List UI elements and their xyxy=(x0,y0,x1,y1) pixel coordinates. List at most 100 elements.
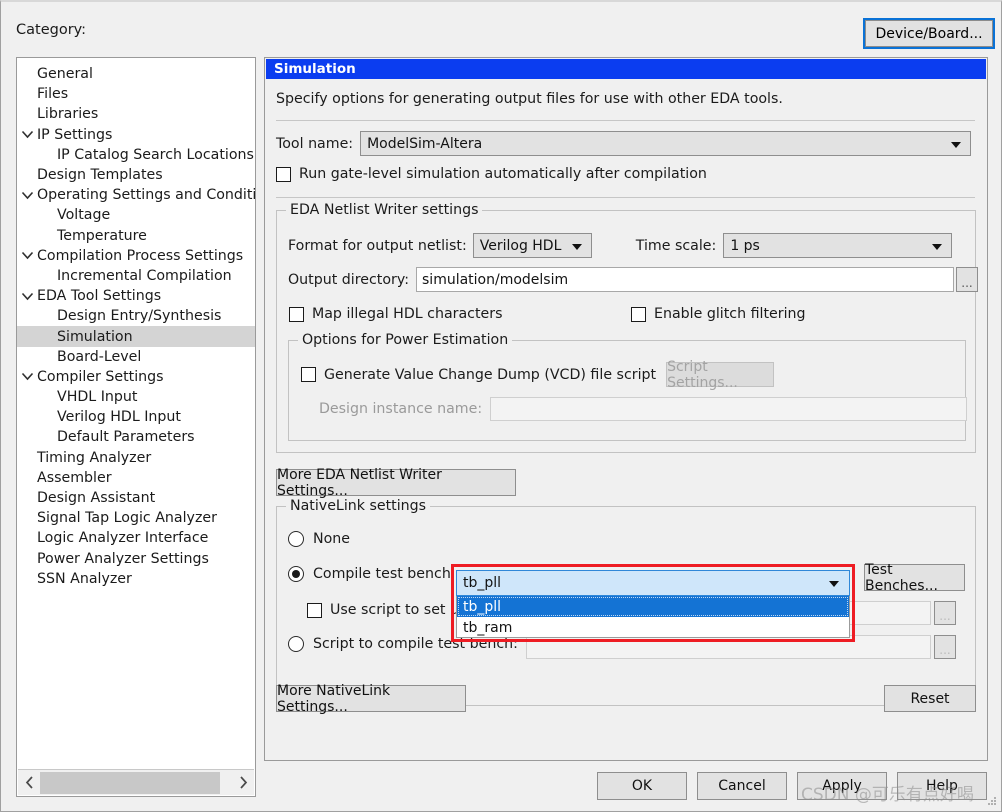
panel-description: Specify options for generating output fi… xyxy=(276,91,783,107)
sidebar-item-label: SSN Analyzer xyxy=(37,570,132,587)
chevron-left-icon[interactable] xyxy=(18,771,40,795)
script-compile-radio[interactable] xyxy=(288,636,304,652)
sidebar-item-compiler-settings[interactable]: Compiler Settings xyxy=(17,367,255,387)
sidebar-item-compilation-process-settings[interactable]: Compilation Process Settings xyxy=(17,246,255,266)
test-benches-button[interactable]: Test Benches... xyxy=(864,562,965,594)
glitch-filtering-checkbox[interactable] xyxy=(631,306,646,322)
compile-test-bench-combo[interactable]: tb_pll xyxy=(456,570,850,596)
sidebar-item-design-entry-synthesis[interactable]: Design Entry/Synthesis xyxy=(17,306,255,326)
help-button[interactable]: Help xyxy=(897,772,987,800)
power-estimation-group-title: Options for Power Estimation xyxy=(298,332,513,348)
sidebar-item-label: Temperature xyxy=(57,227,147,244)
time-scale-combo[interactable]: 1 ps xyxy=(723,233,953,258)
sidebar-item-label: Logic Analyzer Interface xyxy=(37,530,209,547)
resize-grip[interactable] xyxy=(987,797,997,807)
sidebar-item-operating-settings-and-conditions[interactable]: Operating Settings and Conditions xyxy=(17,185,255,205)
compile-test-bench-radio-row[interactable]: Compile test bench: xyxy=(288,566,456,582)
sidebar-item-logic-analyzer-interface[interactable]: Logic Analyzer Interface xyxy=(17,528,255,548)
map-illegal-row[interactable]: Map illegal HDL characters xyxy=(289,306,503,322)
cancel-button[interactable]: Cancel xyxy=(697,772,787,800)
sidebar-item-timing-analyzer[interactable]: Timing Analyzer xyxy=(17,448,255,468)
apply-button[interactable]: Apply xyxy=(797,772,887,800)
sidebar-item-voltage[interactable]: Voltage xyxy=(17,205,255,225)
scroll-thumb[interactable] xyxy=(40,771,220,794)
use-script-checkbox[interactable] xyxy=(307,602,322,618)
vcd-checkbox[interactable] xyxy=(301,367,316,382)
tree-horizontal-scrollbar[interactable] xyxy=(18,769,254,795)
sidebar-item-vhdl-input[interactable]: VHDL Input xyxy=(17,387,255,407)
ellipsis-icon[interactable]: ... xyxy=(934,601,956,625)
script-compile-input[interactable] xyxy=(526,635,931,659)
ok-button[interactable]: OK xyxy=(597,772,687,800)
none-radio[interactable] xyxy=(288,531,304,547)
sidebar-item-ip-catalog-search-locations[interactable]: IP Catalog Search Locations xyxy=(17,145,255,165)
sidebar-item-design-templates[interactable]: Design Templates xyxy=(17,165,255,185)
sidebar-item-label: VHDL Input xyxy=(57,389,138,406)
chevron-down-icon xyxy=(17,130,37,139)
run-gate-level-label: Run gate-level simulation automatically … xyxy=(299,166,707,182)
dropdown-option[interactable]: tb_ram xyxy=(457,617,849,638)
eda-netlist-group-title: EDA Netlist Writer settings xyxy=(286,202,483,218)
scroll-track[interactable] xyxy=(40,771,232,795)
dropdown-option[interactable]: tb_pll xyxy=(457,596,849,617)
sidebar-item-eda-tool-settings[interactable]: EDA Tool Settings xyxy=(17,286,255,306)
sidebar-item-ip-settings[interactable]: IP Settings xyxy=(17,125,255,145)
sidebar-item-libraries[interactable]: Libraries xyxy=(17,104,255,124)
script-compile-radio-row[interactable]: Script to compile test bench: xyxy=(288,636,518,652)
sidebar-item-files[interactable]: Files xyxy=(17,84,255,104)
glitch-filtering-row[interactable]: Enable glitch filtering xyxy=(631,306,806,322)
sidebar-item-label: Operating Settings and Conditions xyxy=(37,187,256,204)
sidebar-item-default-parameters[interactable]: Default Parameters xyxy=(17,427,255,447)
sidebar-item-assembler[interactable]: Assembler xyxy=(17,468,255,488)
ellipsis-icon[interactable]: ... xyxy=(956,267,979,292)
output-directory-value: simulation/modelsim xyxy=(422,271,569,288)
format-combo[interactable]: Verilog HDL xyxy=(472,233,592,258)
run-gate-level-row[interactable]: Run gate-level simulation automatically … xyxy=(276,166,707,182)
compile-test-bench-radio[interactable] xyxy=(288,566,304,582)
sidebar-item-incremental-compilation[interactable]: Incremental Compilation xyxy=(17,266,255,286)
sidebar-item-temperature[interactable]: Temperature xyxy=(17,226,255,246)
map-illegal-checkbox[interactable] xyxy=(289,306,304,322)
sidebar-item-label: Verilog HDL Input xyxy=(57,409,181,426)
chevron-down-icon xyxy=(571,243,582,250)
test-bench-dropdown-list[interactable]: tb_pll tb_ram xyxy=(456,596,850,638)
sidebar-item-signal-tap-logic-analyzer[interactable]: Signal Tap Logic Analyzer xyxy=(17,508,255,528)
chevron-right-icon[interactable] xyxy=(232,771,254,795)
script-settings-button[interactable]: Script Settings... xyxy=(666,359,775,391)
chevron-down-icon xyxy=(17,372,37,381)
more-eda-netlist-settings-button[interactable]: More EDA Netlist Writer Settings... xyxy=(276,467,516,499)
time-scale-label: Time scale: xyxy=(635,237,717,254)
design-instance-row: Design instance name: xyxy=(319,397,968,421)
tool-name-combo[interactable]: ModelSim-Altera xyxy=(360,131,972,156)
sidebar-item-label: Voltage xyxy=(57,207,111,224)
category-label: Category: xyxy=(16,22,87,38)
chevron-down-icon xyxy=(932,243,943,250)
chevron-down-icon xyxy=(17,251,37,260)
eda-netlist-writer-group: EDA Netlist Writer settings Format for o… xyxy=(276,202,979,453)
sidebar-item-ssn-analyzer[interactable]: SSN Analyzer xyxy=(17,569,255,589)
divider xyxy=(276,120,975,121)
sidebar-item-label: General xyxy=(37,66,93,83)
sidebar-item-simulation[interactable]: Simulation xyxy=(17,326,255,347)
power-estimation-group: Options for Power Estimation Generate Va… xyxy=(288,332,968,441)
device-board-button[interactable]: Device/Board... xyxy=(863,18,995,49)
none-radio-row[interactable]: None xyxy=(288,531,350,547)
design-instance-label: Design instance name: xyxy=(319,401,483,417)
sidebar-item-label: Board-Level xyxy=(57,348,142,365)
sidebar-item-verilog-hdl-input[interactable]: Verilog HDL Input xyxy=(17,407,255,427)
format-row: Format for output netlist: Verilog HDL T… xyxy=(288,233,953,258)
vcd-row[interactable]: Generate Value Change Dump (VCD) file sc… xyxy=(301,359,775,391)
sidebar-item-general[interactable]: General xyxy=(17,64,255,84)
sidebar-item-power-analyzer-settings[interactable]: Power Analyzer Settings xyxy=(17,549,255,569)
chevron-down-icon xyxy=(17,191,37,200)
ellipsis-icon[interactable]: ... xyxy=(934,635,956,659)
sidebar-item-label: Timing Analyzer xyxy=(37,449,152,466)
output-directory-row: Output directory: simulation/modelsim ..… xyxy=(288,267,979,292)
output-directory-input[interactable]: simulation/modelsim xyxy=(416,267,955,292)
sidebar-item-board-level[interactable]: Board-Level xyxy=(17,347,255,367)
more-nativelink-settings-button[interactable]: More NativeLink Settings... xyxy=(276,683,466,715)
sidebar-item-design-assistant[interactable]: Design Assistant xyxy=(17,488,255,508)
reset-button[interactable]: Reset xyxy=(884,685,976,712)
design-instance-input[interactable] xyxy=(490,397,968,421)
run-gate-level-checkbox[interactable] xyxy=(276,166,291,182)
